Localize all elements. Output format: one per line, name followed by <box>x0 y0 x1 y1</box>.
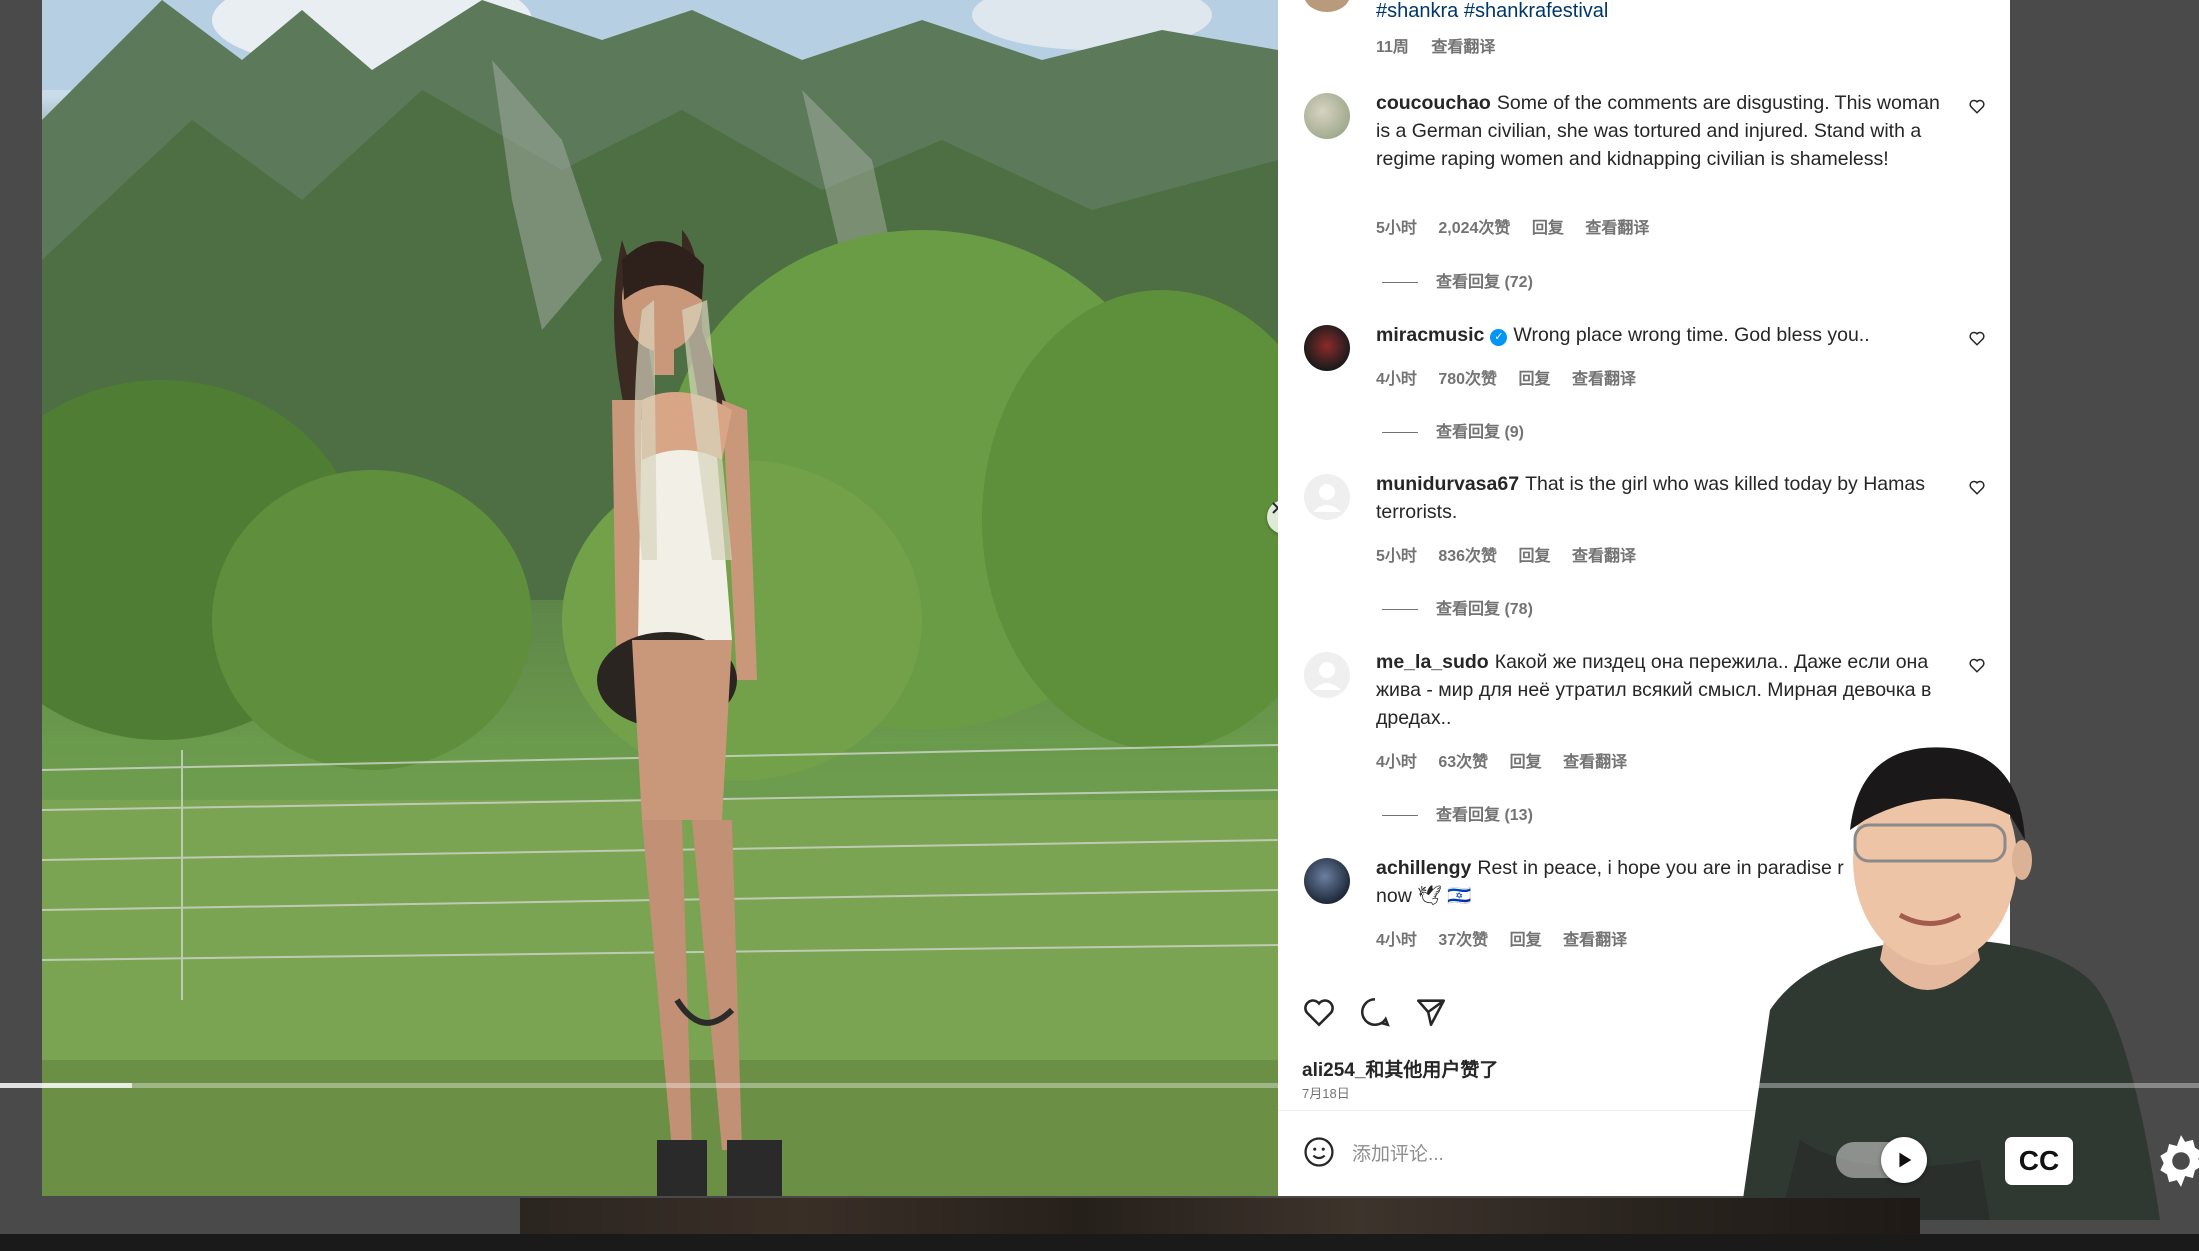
view-replies-label: 查看回复 (13) <box>1436 807 1533 824</box>
reply-button[interactable]: 回复 <box>1510 754 1542 771</box>
comment-text: Wrong place wrong time. God bless you.. <box>1513 324 1870 346</box>
comment-time: 5小时 <box>1376 220 1417 237</box>
see-translation-link[interactable]: 查看翻译 <box>1431 39 1495 56</box>
translate-link[interactable]: 查看翻译 <box>1563 932 1627 949</box>
reply-button[interactable]: 回复 <box>1510 932 1542 949</box>
comment-body: miracmusic ✓ Wrong place wrong time. God b… <box>1376 321 1946 349</box>
comment-bubble-icon[interactable] <box>1358 995 1392 1029</box>
comment-username[interactable]: miracmusic <box>1376 324 1484 346</box>
translate-link[interactable]: 查看翻译 <box>1585 220 1649 237</box>
comment-body: coucouchao Some of the comments are disgu… <box>1376 89 1946 173</box>
avatar[interactable] <box>1304 0 1350 12</box>
default-avatar-icon <box>1313 662 1341 690</box>
comment-likes[interactable]: 37次赞 <box>1438 932 1488 949</box>
heart-icon[interactable] <box>1968 329 1986 347</box>
comment-likes[interactable]: 780次赞 <box>1438 371 1497 388</box>
heart-icon[interactable] <box>1302 995 1336 1029</box>
view-replies-button[interactable]: 查看回复 (72) <box>1382 268 1533 292</box>
heart-icon[interactable] <box>1968 97 1986 115</box>
translate-link[interactable]: 查看翻译 <box>1563 754 1627 771</box>
heart-icon[interactable] <box>1968 478 1986 496</box>
verified-badge-icon: ✓ <box>1490 329 1508 346</box>
comment-actions: 5小时 836次赞 回复 查看翻译 <box>1376 542 1653 566</box>
reply-button[interactable]: 回复 <box>1519 548 1551 565</box>
post-age: 11周 <box>1376 39 1409 56</box>
comment-actions: 4小时 780次赞 回复 查看翻译 <box>1376 365 1653 389</box>
comment-actions: 5小时 2,024次赞 回复 查看翻译 <box>1376 214 1666 238</box>
avatar[interactable] <box>1304 93 1350 139</box>
post-meta: 11周 查看翻译 <box>1376 33 1513 57</box>
comment-text-line2: now 🕊 🇮🇱 <box>1376 885 1472 907</box>
comment-time: 5小时 <box>1376 548 1417 565</box>
captions-button[interactable]: CC <box>2005 1137 2073 1185</box>
chevron-right-icon <box>1272 502 1278 514</box>
video-progress-fill <box>0 1083 132 1088</box>
paper-plane-icon[interactable] <box>1414 995 1448 1029</box>
default-avatar-icon <box>1313 484 1341 512</box>
comment-username[interactable]: achillengy <box>1376 857 1471 879</box>
add-comment-input[interactable]: 添加评论... <box>1352 1139 1444 1166</box>
smiley-icon[interactable] <box>1302 1135 1336 1169</box>
translate-link[interactable]: 查看翻译 <box>1572 371 1636 388</box>
view-replies-label: 查看回复 (9) <box>1436 424 1525 441</box>
comment-time: 4小时 <box>1376 932 1417 949</box>
translate-link[interactable]: 查看翻译 <box>1572 548 1636 565</box>
comment-username[interactable]: munidurvasa67 <box>1376 473 1519 495</box>
presenter-video-overlay <box>1740 747 2160 1220</box>
liked-by-text[interactable]: ali254_和其他用户赞了 <box>1302 1055 1498 1082</box>
reply-button[interactable]: 回复 <box>1519 371 1551 388</box>
avatar[interactable] <box>1304 474 1350 520</box>
comment-likes[interactable]: 2,024次赞 <box>1438 220 1510 237</box>
avatar[interactable] <box>1304 858 1350 904</box>
comment-time: 4小时 <box>1376 371 1417 388</box>
view-replies-button[interactable]: 查看回复 (9) <box>1382 418 1524 442</box>
video-progress-bar[interactable] <box>0 1083 2199 1088</box>
avatar[interactable] <box>1304 325 1350 371</box>
comment-actions: 4小时 37次赞 回复 查看翻译 <box>1376 926 1644 950</box>
comment-username[interactable]: me_la_sudo <box>1376 651 1489 673</box>
gear-icon[interactable] <box>2150 1130 2199 1192</box>
play-icon <box>1899 1152 1912 1168</box>
video-thumbnail-strip <box>520 1198 1920 1234</box>
video-player[interactable]: #shankra #shankrafestival 11周 查看翻译 couco… <box>0 0 2199 1251</box>
comment-actions: 4小时 63次赞 回复 查看翻译 <box>1376 748 1644 772</box>
comment-time: 4小时 <box>1376 754 1417 771</box>
autoplay-toggle-knob[interactable] <box>1881 1137 1927 1183</box>
comment-body: munidurvasa67 That is the girl who was ki… <box>1376 470 1946 526</box>
view-replies-button[interactable]: 查看回复 (78) <box>1382 595 1533 619</box>
post-hashtags[interactable]: #shankra #shankrafestival <box>1376 0 1608 23</box>
reply-button[interactable]: 回复 <box>1532 220 1564 237</box>
landscape-illustration <box>42 0 1278 1196</box>
view-replies-label: 查看回复 (78) <box>1436 601 1533 618</box>
comment-username[interactable]: coucouchao <box>1376 92 1491 114</box>
post-photo <box>42 0 1278 1196</box>
comment-likes[interactable]: 63次赞 <box>1438 754 1488 771</box>
player-bottom-edge <box>0 1234 2199 1251</box>
add-comment-row: 添加评论... <box>1302 1135 1444 1169</box>
comment-likes[interactable]: 836次赞 <box>1438 548 1497 565</box>
heart-icon[interactable] <box>1968 656 1986 674</box>
view-replies-button[interactable]: 查看回复 (13) <box>1382 801 1533 825</box>
avatar[interactable] <box>1304 652 1350 698</box>
view-replies-label: 查看回复 (72) <box>1436 274 1533 291</box>
